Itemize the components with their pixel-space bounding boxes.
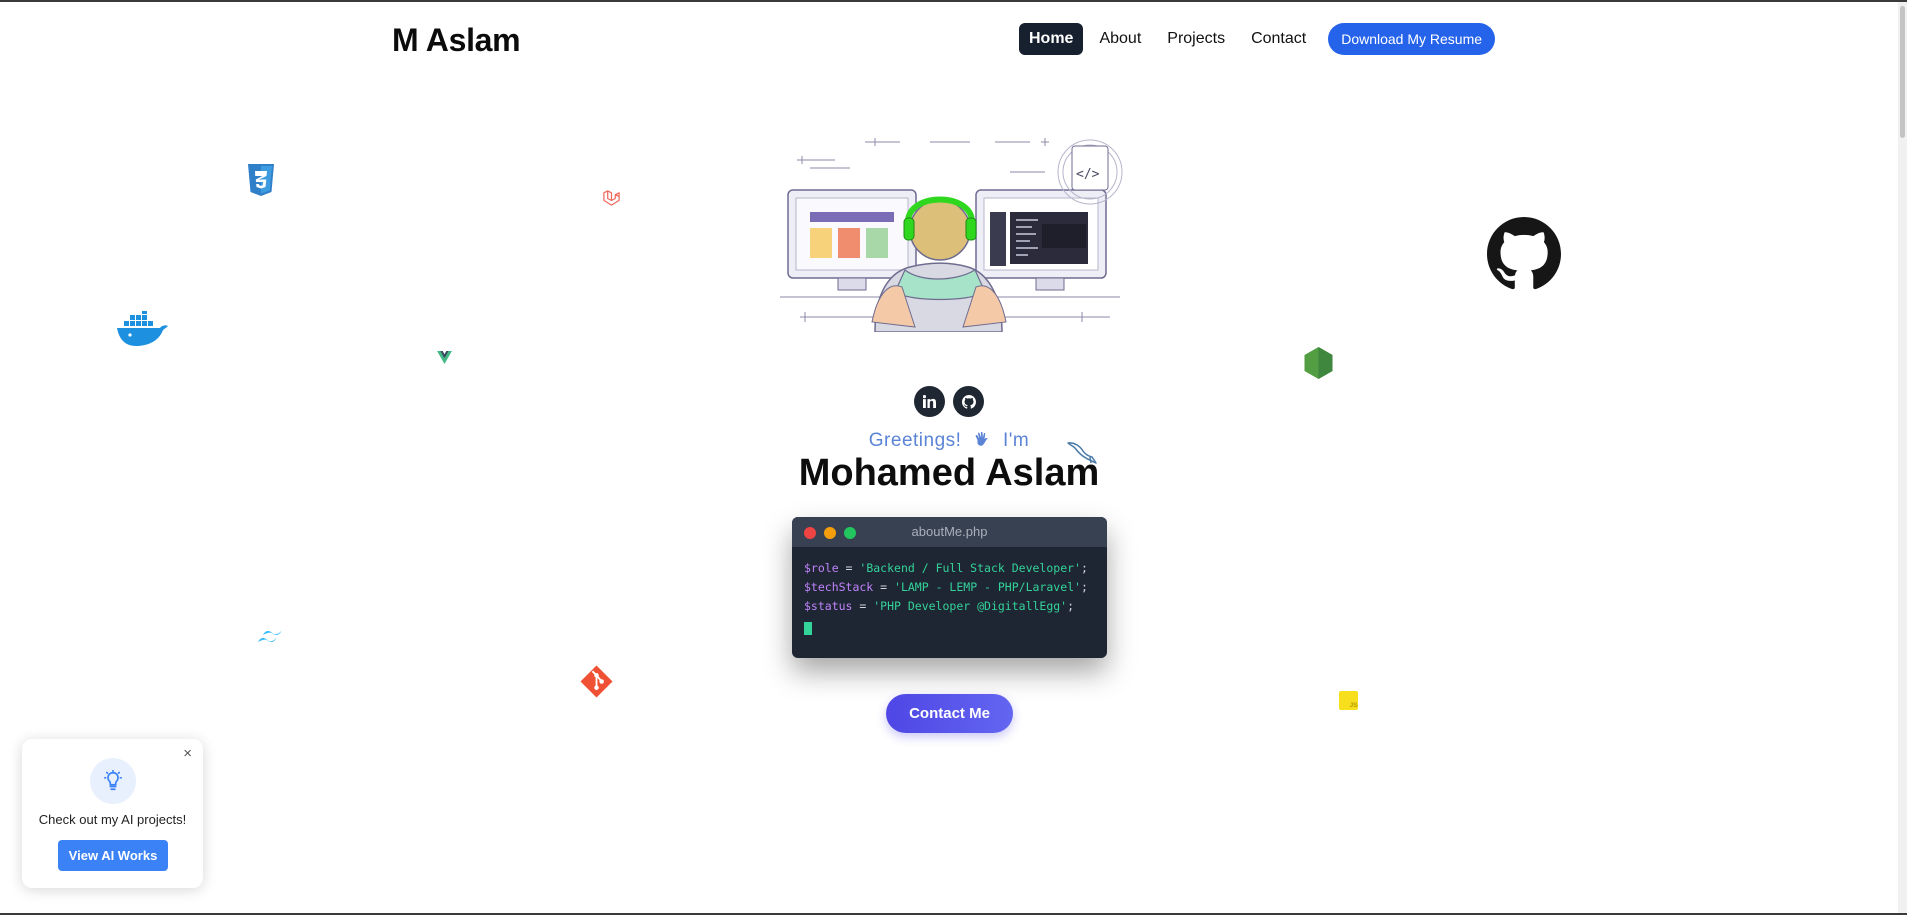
developer-illustration: </> bbox=[780, 138, 1123, 332]
vue-icon bbox=[437, 351, 452, 364]
main-nav: Home About Projects Contact Download My … bbox=[1019, 23, 1496, 55]
github-icon[interactable] bbox=[1487, 217, 1561, 291]
site-logo[interactable]: M Aslam bbox=[392, 22, 521, 59]
greeting-text: Greetings! I'm bbox=[0, 430, 1898, 454]
greeting-label: Greetings! bbox=[868, 430, 962, 451]
laravel-icon bbox=[603, 190, 620, 206]
greeting-suffix: I'm bbox=[1002, 430, 1030, 451]
nav-home[interactable]: Home bbox=[1019, 23, 1084, 55]
terminal-body: $role = 'Backend / Full Stack Developer'… bbox=[792, 547, 1107, 653]
close-icon[interactable]: × bbox=[183, 745, 192, 762]
nav-projects[interactable]: Projects bbox=[1157, 23, 1235, 55]
tailwind-icon bbox=[258, 630, 282, 643]
svg-text:JS: JS bbox=[1349, 702, 1358, 709]
nav-about[interactable]: About bbox=[1089, 23, 1151, 55]
terminal-titlebar: aboutMe.php bbox=[792, 517, 1107, 547]
code-line: $status = 'PHP Developer @DigitallEgg'; bbox=[804, 599, 1075, 613]
code-line: $techStack = 'LAMP - LEMP - PHP/Laravel'… bbox=[804, 580, 1088, 594]
github-icon[interactable] bbox=[953, 386, 984, 417]
terminal-cursor bbox=[804, 622, 812, 635]
lightbulb-icon bbox=[90, 758, 136, 804]
popup-message: Check out my AI projects! bbox=[38, 812, 187, 827]
view-ai-works-button[interactable]: View AI Works bbox=[58, 840, 168, 871]
linkedin-icon[interactable] bbox=[914, 386, 945, 417]
code-terminal: aboutMe.php $role = 'Backend / Full Stac… bbox=[792, 517, 1107, 658]
javascript-icon: JS bbox=[1339, 691, 1358, 710]
terminal-title: aboutMe.php bbox=[911, 524, 988, 539]
code-line: $role = 'Backend / Full Stack Developer'… bbox=[804, 561, 1088, 575]
contact-me-button[interactable]: Contact Me bbox=[886, 694, 1013, 733]
hero-name: Mohamed Aslam bbox=[798, 452, 1100, 494]
social-links bbox=[914, 386, 984, 417]
ai-projects-popup: × Check out my AI projects! View AI Work… bbox=[22, 739, 203, 888]
docker-icon bbox=[117, 311, 168, 346]
css3-icon bbox=[248, 164, 274, 196]
scrollbar-thumb[interactable] bbox=[1900, 6, 1905, 138]
window-top-border bbox=[0, 0, 1907, 2]
page-scrollbar[interactable] bbox=[1898, 2, 1907, 913]
waving-hand-icon bbox=[973, 430, 991, 454]
svg-text:</>: </> bbox=[1076, 167, 1100, 182]
nav-contact[interactable]: Contact bbox=[1241, 23, 1316, 55]
nodejs-icon bbox=[1304, 347, 1333, 379]
download-resume-button[interactable]: Download My Resume bbox=[1328, 23, 1496, 55]
git-icon bbox=[580, 665, 613, 698]
